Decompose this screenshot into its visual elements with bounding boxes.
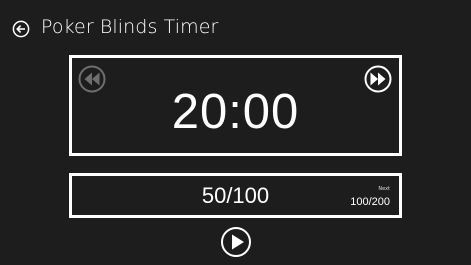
next-blinds-value: 100/200 [350,196,390,208]
timer-display: 20:00 [171,85,300,139]
play-circle-icon [221,227,251,257]
timer-panel: 20:00 [69,55,402,156]
page-title: Poker Blinds Timer [41,16,219,38]
fast-forward-button[interactable] [363,64,393,94]
play-button[interactable] [220,226,252,258]
next-blinds-label: Next [378,186,390,192]
blinds-panel: 50/100 Next 100/200 [69,173,402,218]
back-button[interactable] [12,20,30,38]
fast-forward-circle-icon [364,65,392,93]
app-window: Poker Blinds Timer 20:00 50/100 Next 100… [0,0,471,265]
back-arrow-circle-icon [12,20,30,38]
